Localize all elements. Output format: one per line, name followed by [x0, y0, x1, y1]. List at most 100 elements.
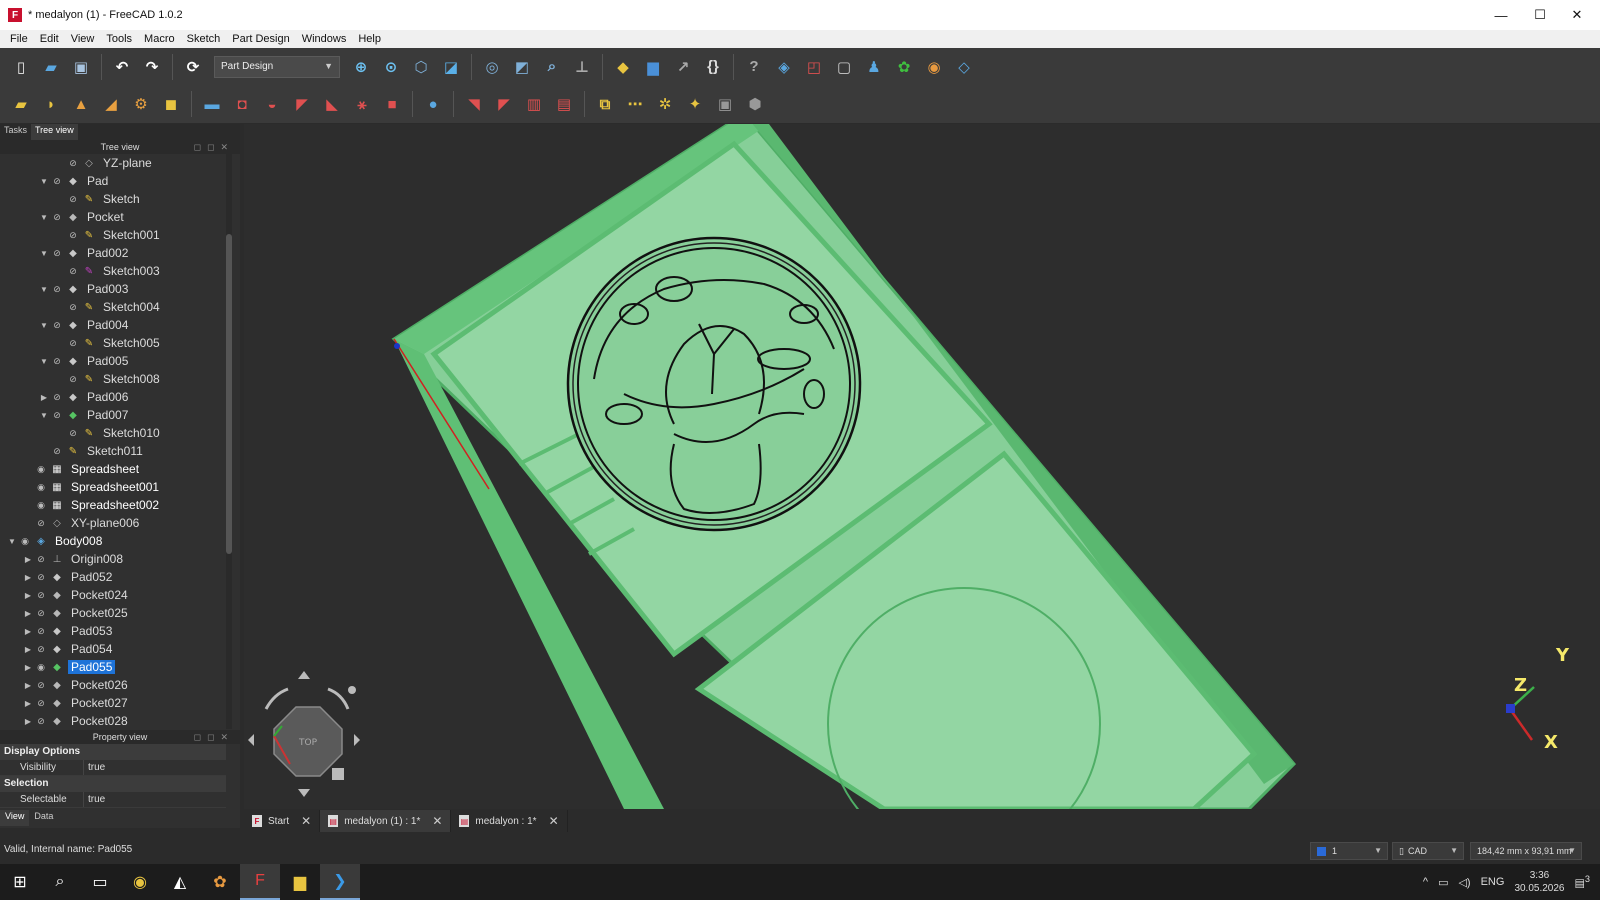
subtractive-pipe-icon[interactable]: ◣: [319, 91, 345, 117]
new-document-icon[interactable]: ▯: [8, 54, 34, 80]
menu-view[interactable]: View: [65, 33, 101, 45]
file-explorer-icon[interactable]: ▆: [280, 864, 320, 900]
subtractive-box-icon[interactable]: ■: [379, 91, 405, 117]
layer-selector[interactable]: 1 ▼: [1310, 842, 1388, 860]
tab-data[interactable]: Data: [29, 810, 58, 826]
tree-item-sketch010[interactable]: ⊘ ✎ Sketch010: [0, 424, 228, 442]
body-icon[interactable]: ◈: [771, 54, 797, 80]
additive-helix-icon[interactable]: ⚙: [128, 91, 154, 117]
visibility-off-icon[interactable]: ⊘: [50, 212, 64, 223]
visibility-off-icon[interactable]: ⊘: [66, 266, 80, 277]
polar-pattern-icon[interactable]: ✲: [652, 91, 678, 117]
chevron-down-icon[interactable]: ▼: [38, 249, 50, 258]
inkscape-icon[interactable]: ◭: [160, 864, 200, 900]
tree-item-pad055[interactable]: ▶ ◉ ◆ Pad055: [0, 658, 228, 676]
3d-viewport[interactable]: TOP Y Z X: [244, 124, 1600, 809]
tree-item-body008[interactable]: ▼ ◉ ◈ Body008: [0, 532, 228, 550]
additive-box-icon[interactable]: ◼: [158, 91, 184, 117]
additive-pipe-icon[interactable]: ◢: [98, 91, 124, 117]
visibility-off-icon[interactable]: ⊘: [50, 320, 64, 331]
boolean-icon[interactable]: ●: [420, 91, 446, 117]
tree-item-sketch004[interactable]: ⊘ ✎ Sketch004: [0, 298, 228, 316]
tree-item-pad054[interactable]: ▶ ⊘ ◆ Pad054: [0, 640, 228, 658]
visibility-off-icon[interactable]: ⊘: [34, 608, 48, 619]
whats-this-icon[interactable]: ?: [741, 54, 767, 80]
select-filter-icon[interactable]: ◪: [438, 54, 464, 80]
visibility-off-icon[interactable]: ⊘: [34, 554, 48, 565]
visibility-off-icon[interactable]: ⊘: [50, 392, 64, 403]
visibility-off-icon[interactable]: ⊘: [50, 446, 64, 457]
std-views-icon[interactable]: ◩: [509, 54, 535, 80]
chevron-right-icon[interactable]: ▶: [22, 573, 34, 582]
windows-start-icon[interactable]: ⊞: [0, 864, 40, 900]
workbench-selector[interactable]: Part Design ▼: [214, 55, 340, 78]
menu-windows[interactable]: Windows: [296, 33, 353, 45]
menu-macro[interactable]: Macro: [138, 33, 181, 45]
tree-item-pad004[interactable]: ▼ ⊘ ◆ Pad004: [0, 316, 228, 334]
chevron-down-icon[interactable]: ▼: [38, 177, 50, 186]
notifications-icon[interactable]: ▤3: [1575, 874, 1591, 890]
draw-style-icon[interactable]: ◎: [479, 54, 505, 80]
chevron-down-icon[interactable]: ▼: [38, 357, 50, 366]
visibility-off-icon[interactable]: ⊘: [34, 644, 48, 655]
draft-icon[interactable]: ▥: [521, 91, 547, 117]
chevron-right-icon[interactable]: ▶: [22, 627, 34, 636]
chevron-down-icon[interactable]: ▼: [38, 285, 50, 294]
mirrored-icon[interactable]: ⧉: [592, 91, 618, 117]
property-row-visibility[interactable]: Visibility true: [0, 760, 226, 776]
tree-item-spreadsheet002[interactable]: ◉ ▦ Spreadsheet002: [0, 496, 228, 514]
tree-item-pad[interactable]: ▼ ⊘ ◆ Pad: [0, 172, 228, 190]
hole-tool-icon[interactable]: ◘: [229, 91, 255, 117]
chevron-right-icon[interactable]: ▶: [22, 681, 34, 690]
chevron-right-icon[interactable]: ▶: [22, 663, 34, 672]
doc-tab-start[interactable]: F Start ✕: [244, 810, 321, 832]
tree-item-yz-plane[interactable]: ⊘ ◇ YZ-plane: [0, 154, 228, 172]
chevron-down-icon[interactable]: ▼: [38, 411, 50, 420]
fit-selection-icon[interactable]: ⊙: [378, 54, 404, 80]
tree-item-sketch[interactable]: ⊘ ✎ Sketch: [0, 190, 228, 208]
validate-sketch-icon[interactable]: ▢: [831, 54, 857, 80]
property-value[interactable]: true: [84, 760, 105, 775]
shape-binder-icon[interactable]: ▣: [712, 91, 738, 117]
visibility-off-icon[interactable]: ⊘: [34, 716, 48, 727]
volume-icon[interactable]: ◁): [1458, 876, 1470, 889]
doc-tab-medalyon[interactable]: ▤ medalyon : 1* ✕: [451, 810, 568, 832]
visibility-off-icon[interactable]: ⊘: [66, 338, 80, 349]
chevron-right-icon[interactable]: ▶: [22, 645, 34, 654]
navcube-left-arrow-icon[interactable]: [248, 734, 254, 746]
tree-item-pocket027[interactable]: ▶ ⊘ ◆ Pocket027: [0, 694, 228, 712]
refresh-icon[interactable]: ⟳: [180, 54, 206, 80]
tree-item-pad007[interactable]: ▼ ⊘ ◆ Pad007: [0, 406, 228, 424]
paint-app-icon[interactable]: ✿: [200, 864, 240, 900]
datum-plane-icon[interactable]: ◇: [951, 54, 977, 80]
macro-icon[interactable]: {}: [700, 54, 726, 80]
property-row-selectable[interactable]: Selectable true: [0, 792, 226, 808]
menu-help[interactable]: Help: [352, 33, 387, 45]
tree-item-pocket026[interactable]: ▶ ⊘ ◆ Pocket026: [0, 676, 228, 694]
pad-tool-icon[interactable]: ▰: [8, 91, 34, 117]
macro-addon-icon[interactable]: ◉: [921, 54, 947, 80]
chevron-right-icon[interactable]: ▶: [22, 609, 34, 618]
visibility-on-icon[interactable]: ◉: [18, 536, 32, 547]
tree-item-pad005[interactable]: ▼ ⊘ ◆ Pad005: [0, 352, 228, 370]
tree-item-pocket[interactable]: ▼ ⊘ ◆ Pocket: [0, 208, 228, 226]
visibility-off-icon[interactable]: ⊘: [50, 410, 64, 421]
freecad-taskbar-icon[interactable]: F: [240, 864, 280, 900]
chevron-down-icon[interactable]: ▼: [6, 537, 18, 546]
pocket-tool-icon[interactable]: ▬: [199, 91, 225, 117]
revolution-tool-icon[interactable]: ◗: [38, 91, 64, 117]
visibility-off-icon[interactable]: ⊘: [50, 248, 64, 259]
tree-item-origin008[interactable]: ▶ ⊘ ⊥ Origin008: [0, 550, 228, 568]
visibility-off-icon[interactable]: ⊘: [50, 356, 64, 367]
search-icon[interactable]: ⌕: [40, 864, 80, 900]
chevron-right-icon[interactable]: ▶: [38, 393, 50, 402]
tree-item-xy-plane006[interactable]: ⊘ ◇ XY-plane006: [0, 514, 228, 532]
property-value[interactable]: true: [84, 792, 105, 807]
additive-loft-icon[interactable]: ▲: [68, 91, 94, 117]
map-icon[interactable]: ✿: [891, 54, 917, 80]
tree-item-sketch008[interactable]: ⊘ ✎ Sketch008: [0, 370, 228, 388]
tree-item-pad052[interactable]: ▶ ⊘ ◆ Pad052: [0, 568, 228, 586]
visibility-off-icon[interactable]: ⊘: [66, 158, 80, 169]
tree-item-pocket028[interactable]: ▶ ⊘ ◆ Pocket028: [0, 712, 228, 729]
tree-item-pocket025[interactable]: ▶ ⊘ ◆ Pocket025: [0, 604, 228, 622]
